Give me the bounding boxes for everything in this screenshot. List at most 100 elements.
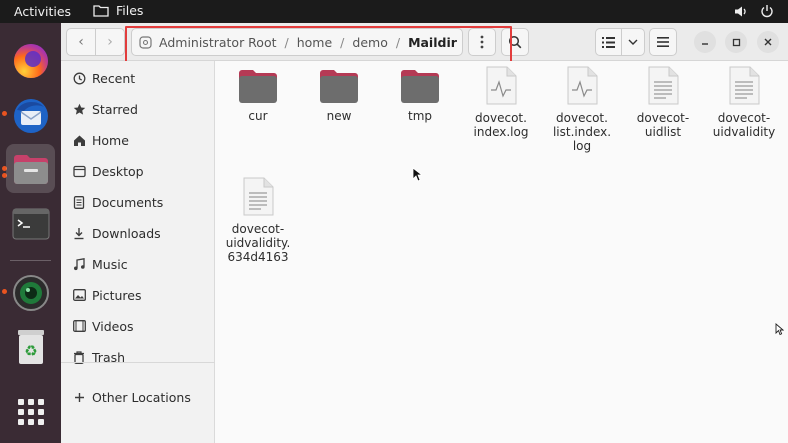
minimize-button[interactable]	[694, 31, 716, 53]
view-toggle-group	[595, 28, 645, 56]
log-file-icon	[486, 66, 517, 105]
path-segment-current[interactable]: Maildir	[403, 35, 462, 50]
mouse-cursor-icon	[412, 167, 422, 182]
chevron-left-icon: ‹	[78, 34, 84, 50]
sidebar-item-label: Recent	[92, 70, 136, 86]
dock-trash[interactable]: ♻	[6, 321, 55, 370]
path-segment-demo[interactable]: demo	[347, 35, 392, 50]
resize-cursor-icon	[775, 323, 784, 336]
sidebar-item-starred[interactable]: Starred	[61, 95, 215, 123]
top-bar: Activities Files	[0, 0, 788, 23]
file-item-dovecot-uidlist[interactable]: dovecot- uidlist	[623, 66, 703, 139]
sidebar-item-label: Desktop	[92, 163, 144, 179]
file-name: new	[326, 109, 352, 123]
list-view-icon	[602, 36, 616, 48]
navigation-buttons: ‹ ›	[66, 28, 125, 56]
dock-firefox[interactable]	[6, 36, 55, 85]
picture-icon	[72, 288, 86, 302]
hamburger-icon	[657, 37, 669, 47]
sidebar-item-recent[interactable]: Recent	[61, 64, 215, 92]
dock-show-apps[interactable]	[6, 387, 55, 436]
plus-icon	[72, 390, 86, 404]
file-name: tmp	[407, 109, 432, 123]
thunderbird-icon	[13, 98, 48, 133]
folder-icon	[93, 5, 109, 17]
system-tray[interactable]	[734, 4, 774, 18]
dock-terminal[interactable]	[6, 199, 55, 248]
sidebar-item-label: Videos	[92, 318, 134, 334]
path-bar: Administrator Root / home / demo / Maild…	[131, 28, 463, 56]
music-icon	[72, 257, 86, 271]
desktop-icon	[72, 164, 86, 178]
volume-icon[interactable]	[734, 5, 748, 18]
sidebar-item-downloads[interactable]: Downloads	[61, 219, 215, 247]
text-file-icon	[243, 177, 274, 216]
app-menu[interactable]: Files	[93, 3, 143, 18]
sidebar-item-home[interactable]: Home	[61, 126, 215, 154]
power-icon[interactable]	[760, 4, 774, 18]
file-name: dovecot. index.log	[473, 111, 529, 139]
path-segment-home[interactable]: home	[292, 35, 337, 50]
folder-icon	[239, 70, 277, 103]
file-item-new[interactable]: new	[299, 68, 379, 123]
dock: ♻	[0, 23, 61, 443]
header-bar: ‹ › Administrator Root / home / demo / M…	[61, 23, 788, 61]
maximize-icon	[732, 38, 740, 46]
sidebar-item-pictures[interactable]: Pictures	[61, 281, 215, 309]
file-name: dovecot- uidvalidity. 634d4163	[225, 222, 291, 264]
files-icon	[13, 154, 48, 184]
back-button[interactable]: ‹	[67, 29, 95, 55]
sidebar-item-label: Downloads	[92, 225, 161, 241]
forward-button[interactable]: ›	[95, 29, 124, 55]
sidebar-item-label: Pictures	[92, 287, 142, 303]
sidebar-item-label: Home	[92, 132, 129, 148]
sidebar-item-desktop[interactable]: Desktop	[61, 157, 215, 185]
sidebar-item-other-locations[interactable]: Other Locations	[61, 383, 215, 411]
file-item-tmp[interactable]: tmp	[380, 68, 460, 123]
dock-camera[interactable]	[6, 268, 55, 317]
close-button[interactable]	[757, 31, 779, 53]
file-item-dovecot-uidvalidity[interactable]: dovecot- uidvalidity	[704, 66, 784, 139]
file-item-cur[interactable]: cur	[218, 68, 298, 123]
clock-icon	[72, 71, 86, 85]
main-menu-button[interactable]	[649, 28, 677, 56]
dock-files[interactable]	[6, 144, 55, 193]
files-window: ‹ › Administrator Root / home / demo / M…	[61, 23, 788, 443]
sidebar-item-videos[interactable]: Videos	[61, 312, 215, 340]
home-icon	[72, 133, 86, 147]
trash-icon: ♻	[17, 329, 44, 364]
dock-thunderbird[interactable]	[6, 91, 55, 140]
search-button[interactable]	[501, 28, 529, 56]
drive-icon	[139, 35, 152, 49]
sidebar-divider	[61, 362, 215, 363]
app-grid-icon	[17, 398, 44, 425]
dock-separator	[10, 260, 51, 261]
sidebar-item-documents[interactable]: Documents	[61, 188, 215, 216]
sort-menu-button[interactable]	[622, 39, 644, 45]
document-icon	[72, 195, 86, 209]
path-separator: /	[284, 34, 289, 50]
activities-button[interactable]: Activities	[14, 4, 71, 19]
app-name: Files	[116, 3, 144, 18]
file-name: dovecot. list.index. log	[552, 111, 612, 153]
path-menu-button[interactable]	[468, 28, 496, 56]
firefox-icon	[13, 43, 48, 78]
text-file-icon	[729, 66, 760, 105]
sidebar-item-music[interactable]: Music	[61, 250, 215, 278]
kebab-menu-icon	[480, 35, 484, 49]
video-icon	[72, 319, 86, 333]
path-segment-root[interactable]: Administrator Root	[154, 35, 282, 50]
sidebar-item-label: Other Locations	[92, 389, 191, 405]
file-view: cur new tmp dovecot. index.log dovecot. …	[215, 61, 788, 443]
file-item-dovecot-index-log[interactable]: dovecot. index.log	[461, 66, 541, 139]
sidebar-item-trash[interactable]: Trash	[61, 343, 215, 371]
maximize-button[interactable]	[725, 31, 747, 53]
file-item-dovecot-list-index-log[interactable]: dovecot. list.index. log	[542, 66, 622, 153]
folder-icon	[320, 70, 358, 103]
camera-icon	[12, 274, 49, 311]
list-view-button[interactable]	[596, 36, 621, 48]
file-name: dovecot- uidvalidity	[712, 111, 776, 139]
folder-icon	[401, 70, 439, 103]
star-icon	[72, 102, 86, 116]
file-item-dovecot-uidvalidity-634d4163[interactable]: dovecot- uidvalidity. 634d4163	[218, 177, 298, 264]
